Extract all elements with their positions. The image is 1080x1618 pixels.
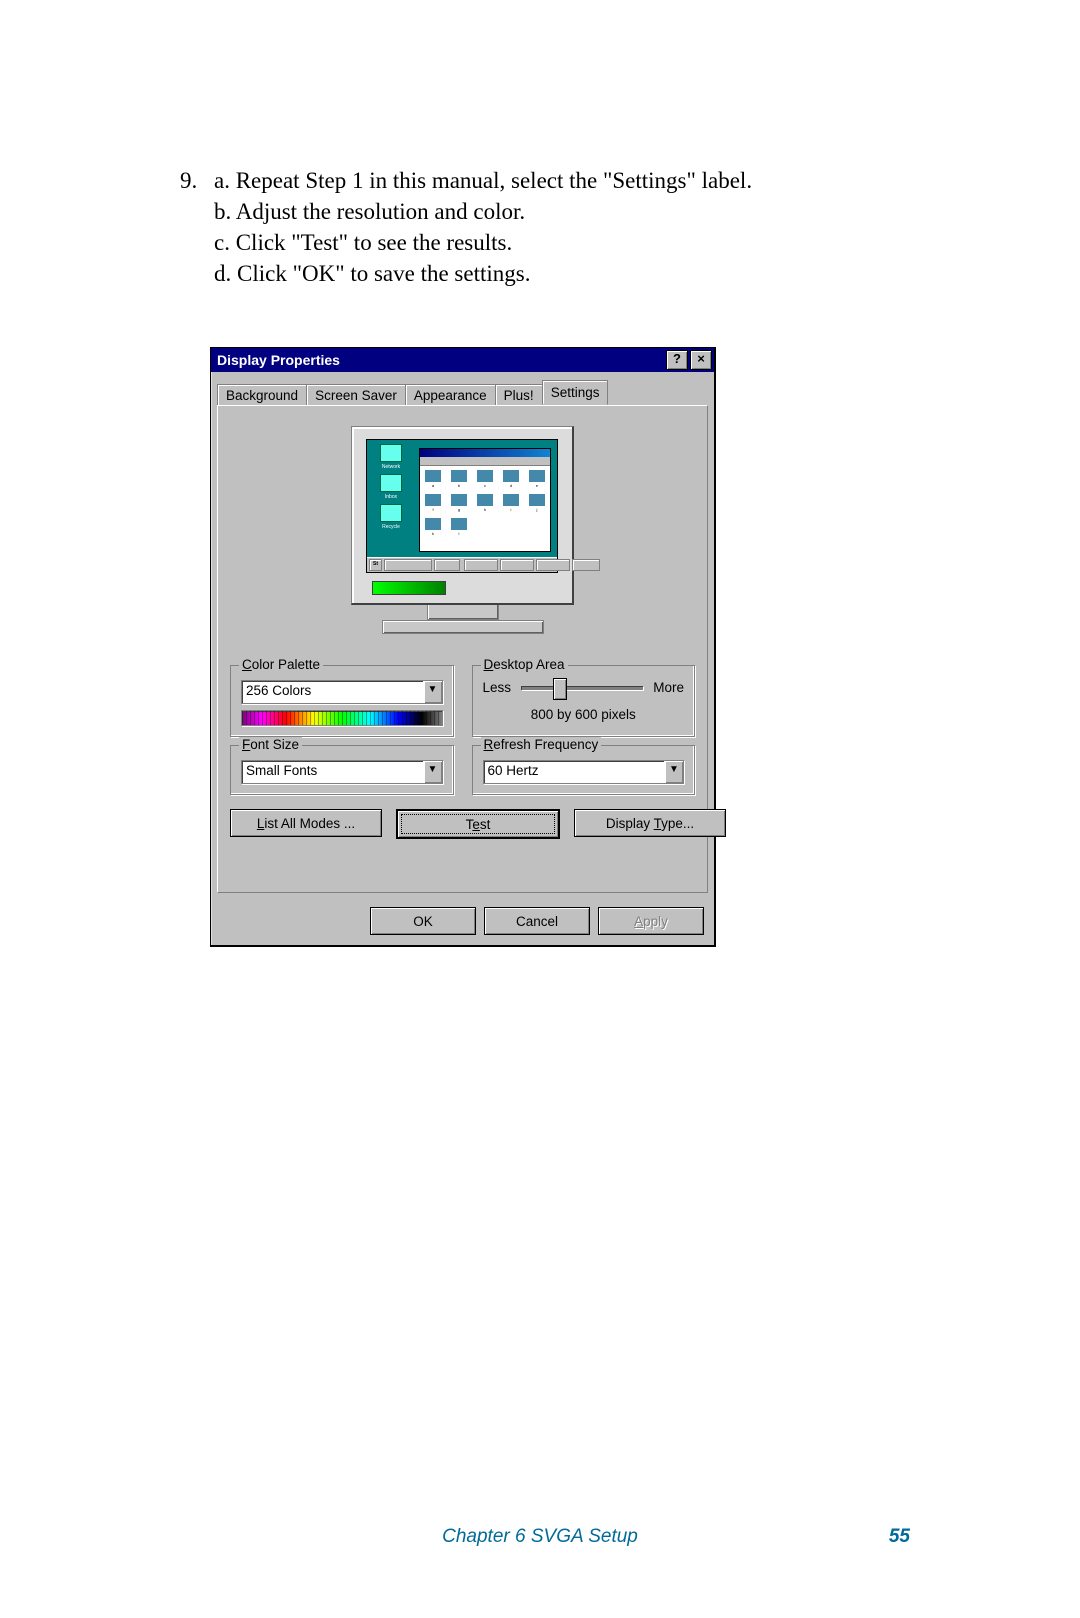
settings-panel: Network Inbox Recycle a b — [217, 405, 708, 893]
font-size-combo[interactable]: Small Fonts ▼ — [241, 760, 443, 784]
color-palette-value: 256 Colors — [242, 681, 423, 703]
display-type-button[interactable]: Display Type... — [574, 809, 726, 837]
close-button[interactable]: × — [690, 350, 712, 370]
step-line-b: b. Adjust the resolution and color. — [180, 196, 930, 227]
apply-button[interactable]: Apply — [598, 907, 704, 935]
monitor-preview: Network Inbox Recycle a b — [230, 418, 695, 657]
preview-screen: Network Inbox Recycle a b — [366, 439, 558, 573]
desktop-area-group: Desktop Area Less More 800 by 600 pixels — [472, 665, 696, 737]
color-palette-combo[interactable]: 256 Colors ▼ — [241, 680, 443, 704]
slider-thumb[interactable] — [553, 678, 567, 700]
step-line-a: a. Repeat Step 1 in this manual, select … — [214, 168, 752, 193]
tab-strip: Background Screen Saver Appearance Plus!… — [211, 372, 714, 405]
step-line-c: c. Click "Test" to see the results. — [180, 227, 930, 258]
font-size-group: Font Size Small Fonts ▼ — [230, 745, 454, 795]
step-line-d: d. Click "OK" to save the settings. — [180, 258, 930, 289]
page-footer: Chapter 6 SVGA Setup 55 — [0, 1526, 1080, 1548]
chevron-down-icon: ▼ — [423, 761, 442, 783]
list-all-modes-button[interactable]: List All Modes ... — [230, 809, 382, 837]
slider-more-label: More — [653, 680, 684, 695]
refresh-frequency-group: Refresh Frequency 60 Hertz ▼ — [472, 745, 696, 795]
refresh-frequency-combo[interactable]: 60 Hertz ▼ — [483, 760, 685, 784]
chevron-down-icon: ▼ — [664, 761, 683, 783]
color-palette-legend: Color Palette — [239, 657, 323, 672]
titlebar: Display Properties ? × — [211, 348, 714, 372]
instruction-step: 9.a. Repeat Step 1 in this manual, selec… — [180, 165, 930, 289]
test-button[interactable]: Test — [396, 809, 560, 839]
help-icon: ? — [673, 351, 681, 366]
font-size-legend: Font Size — [239, 737, 302, 752]
color-palette-group: Color Palette 256 Colors ▼ — [230, 665, 454, 737]
font-size-value: Small Fonts — [242, 761, 423, 783]
tab-plus[interactable]: Plus! — [495, 384, 543, 406]
help-button[interactable]: ? — [666, 350, 688, 370]
ok-button[interactable]: OK — [370, 907, 476, 935]
color-spectrum-preview — [241, 710, 443, 726]
close-icon: × — [697, 351, 705, 366]
tab-appearance[interactable]: Appearance — [405, 384, 496, 406]
footer-page-number: 55 — [889, 1526, 910, 1548]
desktop-area-legend: Desktop Area — [481, 657, 568, 672]
footer-chapter: Chapter 6 SVGA Setup — [442, 1526, 638, 1548]
dialog-footer-buttons: OK Cancel Apply — [211, 899, 714, 945]
slider-less-label: Less — [483, 680, 512, 695]
chevron-down-icon: ▼ — [423, 681, 442, 703]
display-properties-dialog: Display Properties ? × Background Screen… — [210, 347, 716, 947]
tab-screensaver[interactable]: Screen Saver — [306, 384, 406, 406]
dialog-title: Display Properties — [217, 352, 664, 368]
resolution-value: 800 by 600 pixels — [483, 707, 685, 722]
cancel-button[interactable]: Cancel — [484, 907, 590, 935]
resolution-slider[interactable] — [521, 686, 643, 690]
refresh-frequency-legend: Refresh Frequency — [481, 737, 602, 752]
refresh-frequency-value: 60 Hertz — [484, 761, 665, 783]
step-number: 9. — [180, 165, 214, 196]
tab-background[interactable]: Background — [217, 384, 307, 406]
tab-settings[interactable]: Settings — [542, 380, 609, 405]
